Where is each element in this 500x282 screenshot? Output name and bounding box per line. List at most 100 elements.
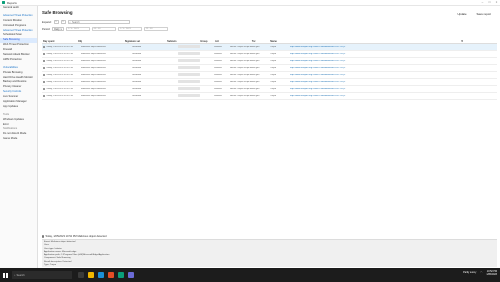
status-icon [43,45,46,49]
column-header-signature[interactable]: Signature set [124,40,166,43]
row-signature: Unknown [132,46,142,48]
row-subnets-cell [177,59,213,62]
windows-start-icon[interactable] [3,272,8,278]
clock[interactable]: 10:52 PM 1/05/2023 [486,270,497,276]
file-explorer-icon[interactable] [88,272,94,278]
row-url[interactable]: http://www.kiriapon.org/1S6E27/bb5d8eebf… [289,88,497,90]
row-action: HEUR:Trojan.Script.Miner.gen [230,60,260,62]
column-header-tor[interactable]: Tor [251,40,269,43]
row-group: Deleted [214,74,222,76]
row-date: Today, 1/05/2023 10:52 PM [46,67,73,69]
column-header-group[interactable]: Group [199,40,214,43]
status-icon [43,73,46,77]
row-signature: Unknown [132,95,142,97]
search-icon: ⌕ [69,20,71,24]
search-input[interactable] [71,20,127,24]
update-button[interactable]: Update [456,11,468,16]
row-signature: Unknown [132,67,142,69]
date-to-field[interactable]: 1 / 5 / 2023 [117,27,142,31]
table-row[interactable]: Today, 1/05/2023 10:52 PM Malicious objec… [42,93,497,100]
taskbar-apps [78,272,134,278]
task-view-icon[interactable] [78,272,84,278]
row-url[interactable]: http://www.kiriapon.org/1S6E27/bb5d8eebf… [289,74,497,76]
save-report-button[interactable]: Save report [475,11,492,16]
period-filter: Period: Daily ▾ 1 / 5 / 2023 00 : 00 1 /… [42,27,168,31]
search-box[interactable]: ⌕ [67,20,130,24]
row-object: Malicious object detected [81,88,106,90]
main-panel: Safe Browsing Update Save report Expand:… [38,6,500,268]
column-header-name[interactable]: Name [269,40,460,43]
row-url[interactable]: http://www.kiriapon.org/1S6E27/bb5d8eebf… [289,81,497,83]
table-row[interactable]: Today, 1/05/2023 10:52 PM Malicious objec… [42,58,497,65]
column-header-action[interactable]: Act [214,40,251,43]
row-action: HEUR:Trojan.Script.Miner.gen [230,67,260,69]
sidebar-item[interactable]: Game Mode [0,137,37,142]
date-from-field[interactable]: 1 / 5 / 2023 [65,27,90,31]
row-group: Deleted [214,53,222,55]
table-row[interactable]: Today, 1/05/2023 10:52 PM Malicious objec… [42,65,497,72]
column-header-object[interactable]: Obj [77,40,124,43]
edge-icon[interactable] [98,272,104,278]
row-type: Trojan [270,67,277,69]
row-date-cell: Today, 1/05/2023 10:52 PM [42,87,80,91]
column-header-date[interactable]: Day spent [42,40,77,43]
security-app-icon[interactable] [118,272,124,278]
detail-title: Today, 1/05/2023 10:52 PM Malicious obje… [45,235,107,238]
period-select[interactable]: Daily ▾ [52,27,64,31]
wifi-icon[interactable]: ◠ [480,271,482,275]
row-url[interactable]: http://www.kiriapon.org/1S6E27/bb5d8eebf… [289,60,497,62]
row-object: Malicious object detected [81,81,106,83]
maximize-icon[interactable]: □ [488,1,491,4]
column-filter-icon[interactable]: ⊽ [460,40,497,43]
table-row[interactable]: Today, 1/05/2023 10:52 PM Malicious objec… [42,86,497,93]
row-subnets-cell [177,45,213,48]
row-url[interactable]: http://www.kiriapon.org/1S6E27/bb5d8eebf… [289,53,497,55]
table-row[interactable]: Today, 1/05/2023 10:52 PM Malicious objec… [42,51,497,58]
row-object: Malicious object detected [81,53,106,55]
taskbar-search[interactable]: ⌕ Search [12,271,72,279]
redacted-value [178,73,200,76]
row-subnets-cell [177,80,213,83]
row-url[interactable]: http://www.kiriapon.org/1S6E27/bb5d8eebf… [289,67,497,69]
taskbar-search-label: Search [16,273,25,277]
window-controls: – □ × [481,1,498,4]
status-icon [43,52,46,56]
row-action: HEUR:Trojan.Script.Miner.gen [230,53,260,55]
system-tray: Partly sunny ◠ 10:52 PM 1/05/2023 [463,270,497,276]
row-group: Deleted [214,81,222,83]
teams-icon[interactable] [128,272,134,278]
row-url[interactable]: http://www.kiriapon.org/1S6E27/bb5d8eebf… [289,95,497,97]
row-date-cell: Today, 1/05/2023 10:52 PM [42,45,80,49]
table-row[interactable]: Today, 1/05/2023 10:52 PM Malicious objec… [42,79,497,86]
minimize-icon[interactable]: – [481,1,484,4]
row-action: HEUR:Trojan.Script.Miner.gen [230,46,260,48]
period-label: Period: [42,27,51,31]
row-date: Today, 1/05/2023 10:52 PM [46,53,73,55]
table-row[interactable]: Today, 1/05/2023 10:52 PM Malicious objec… [42,44,497,51]
row-url[interactable]: http://www.kiriapon.org/1S6E27/bb5d8eebf… [289,46,497,48]
row-action: HEUR:Trojan.Script.Miner.gen [230,95,260,97]
redacted-value [178,94,200,97]
redacted-value [178,87,200,90]
row-action: HEUR:Trojan.Script.Miner.gen [230,74,260,76]
time-from-field[interactable]: 00 : 00 [91,27,116,31]
column-header-subnets[interactable]: Subnets [166,40,199,43]
row-date: Today, 1/05/2023 10:52 PM [46,81,73,83]
expand-count-b[interactable]: 1 [60,20,66,24]
row-object: Malicious object detected [81,95,106,97]
expand-count-a[interactable]: 1 [53,20,59,24]
row-subnets-cell [177,73,213,76]
events-table: Day spent Obj Signature set Subnets Grou… [42,39,497,100]
status-icon [43,80,46,84]
office-icon[interactable] [108,272,114,278]
time-to-field[interactable]: 23 : 59 [143,27,168,31]
weather-label[interactable]: Partly sunny [463,271,476,275]
detail-header: Today, 1/05/2023 10:52 PM Malicious obje… [42,235,107,238]
close-icon[interactable]: × [495,1,498,4]
row-object: Malicious object detected [81,46,106,48]
row-date-cell: Today, 1/05/2023 10:52 PM [42,52,80,56]
row-type: Trojan [270,60,277,62]
row-action: HEUR:Trojan.Script.Miner.gen [230,81,260,83]
table-row[interactable]: Today, 1/05/2023 10:52 PM Malicious objec… [42,72,497,79]
chevron-down-icon: ▾ [60,27,62,31]
